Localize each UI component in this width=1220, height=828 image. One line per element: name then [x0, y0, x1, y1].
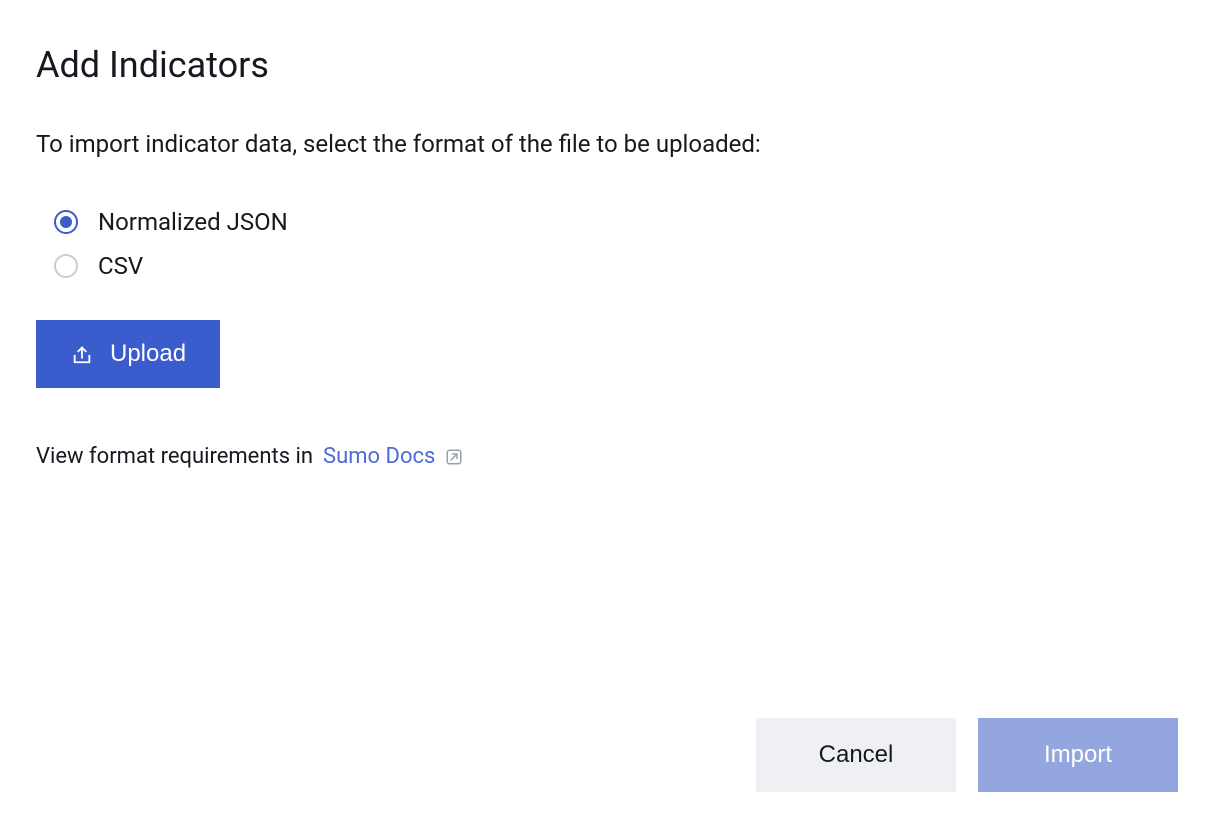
- import-description: To import indicator data, select the for…: [36, 130, 1184, 158]
- format-radio-group: Normalized JSON CSV: [54, 208, 1184, 280]
- radio-option-json[interactable]: Normalized JSON: [54, 208, 1184, 236]
- radio-icon: [54, 254, 78, 278]
- sumo-docs-link[interactable]: Sumo Docs: [323, 444, 435, 469]
- page-title: Add Indicators: [36, 44, 1184, 86]
- external-link-icon: [445, 448, 463, 466]
- cancel-button[interactable]: Cancel: [756, 718, 956, 792]
- docs-row: View format requirements in Sumo Docs: [36, 444, 1184, 469]
- upload-icon: [70, 342, 94, 366]
- footer-buttons: Cancel Import: [756, 718, 1178, 792]
- import-button[interactable]: Import: [978, 718, 1178, 792]
- radio-label-csv: CSV: [98, 252, 143, 280]
- radio-icon: [54, 210, 78, 234]
- docs-prefix: View format requirements in: [36, 444, 313, 469]
- radio-option-csv[interactable]: CSV: [54, 252, 1184, 280]
- upload-button-label: Upload: [110, 340, 186, 368]
- radio-label-json: Normalized JSON: [98, 208, 288, 236]
- upload-button[interactable]: Upload: [36, 320, 220, 388]
